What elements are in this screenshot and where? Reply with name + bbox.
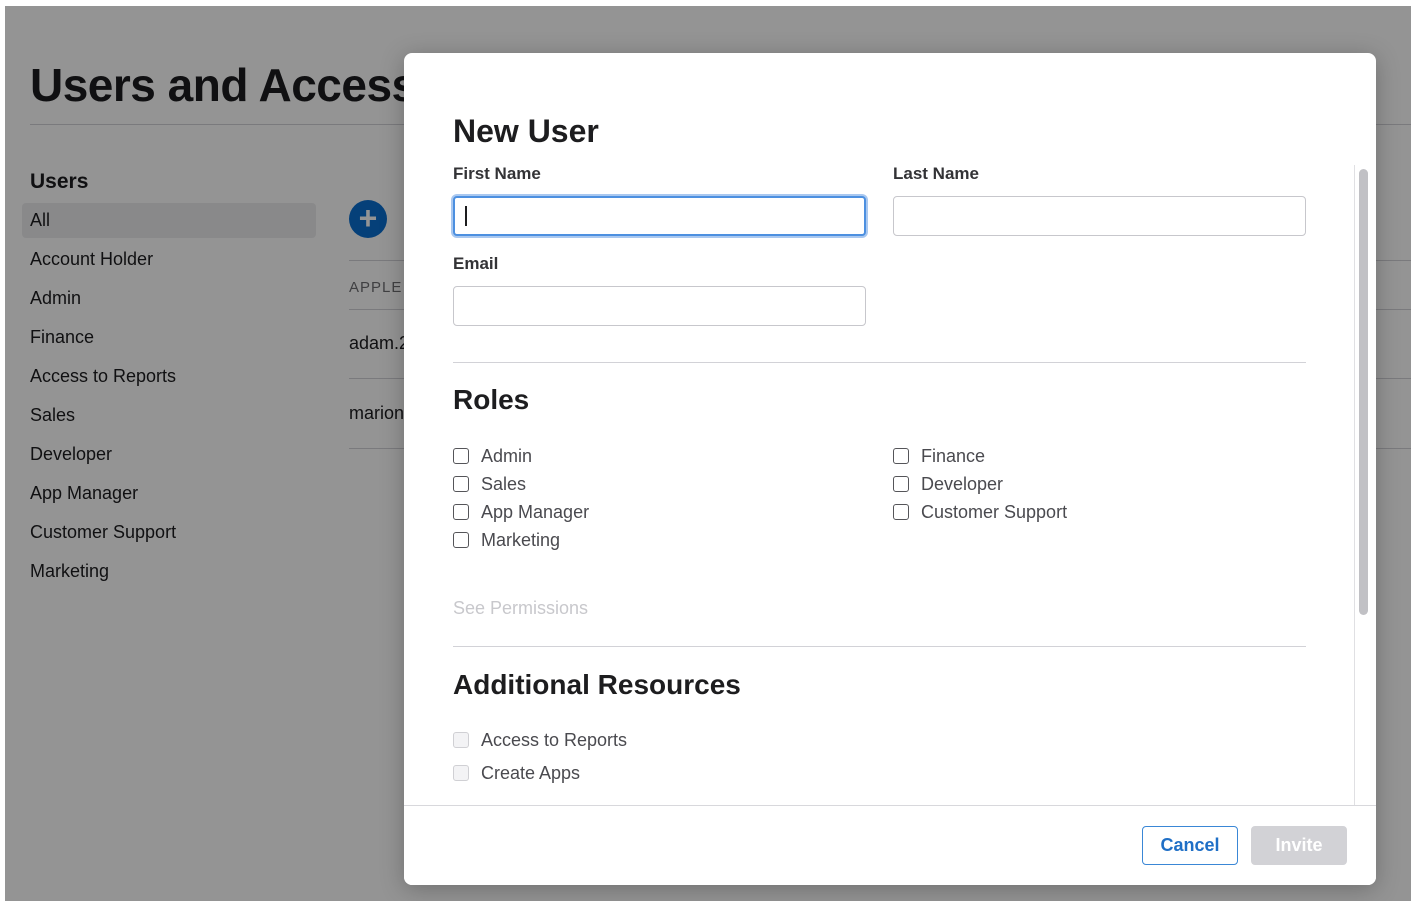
checkbox-icon[interactable] — [893, 504, 909, 520]
dialog-footer: Cancel Invite — [404, 805, 1376, 885]
first-name-label: First Name — [453, 164, 541, 183]
scrollbar-thumb[interactable] — [1359, 169, 1368, 615]
additional-resources-heading: Additional Resources — [453, 669, 741, 700]
section-divider — [453, 646, 1306, 647]
role-app-manager[interactable]: App Manager — [453, 500, 589, 524]
scrollbar-track[interactable] — [1354, 165, 1355, 805]
resource-label: Access to Reports — [481, 729, 628, 750]
section-divider — [453, 362, 1306, 363]
role-label: Developer — [921, 473, 1004, 494]
checkbox-icon[interactable] — [453, 504, 469, 520]
see-permissions-link[interactable]: See Permissions — [453, 598, 588, 619]
role-marketing[interactable]: Marketing — [453, 528, 560, 552]
checkbox-icon[interactable] — [453, 532, 469, 548]
role-finance[interactable]: Finance — [893, 444, 985, 468]
role-developer[interactable]: Developer — [893, 472, 1003, 496]
resource-label: Create Apps — [481, 762, 581, 783]
text-cursor — [465, 206, 467, 226]
dialog-body: New User First Name Last Name Email Role… — [404, 53, 1376, 805]
roles-heading: Roles — [453, 384, 530, 415]
role-label: Sales — [481, 473, 527, 494]
invite-button[interactable]: Invite — [1251, 826, 1347, 865]
role-label: App Manager — [481, 501, 590, 522]
role-sales[interactable]: Sales — [453, 472, 526, 496]
app-page: Users and Access Users All Account Holde… — [5, 6, 1411, 901]
checkbox-icon[interactable] — [453, 476, 469, 492]
email-field[interactable] — [453, 286, 866, 326]
new-user-dialog: New User First Name Last Name Email Role… — [404, 53, 1376, 885]
dialog-title: New User — [453, 113, 599, 149]
role-label: Customer Support — [921, 501, 1068, 522]
checkbox-icon[interactable] — [893, 476, 909, 492]
last-name-field[interactable] — [893, 196, 1306, 236]
role-label: Marketing — [481, 529, 561, 550]
last-name-label: Last Name — [893, 164, 979, 183]
role-admin[interactable]: Admin — [453, 444, 532, 468]
first-name-field[interactable] — [453, 196, 866, 236]
resource-create-apps: Create Apps — [453, 761, 580, 785]
checkbox-icon[interactable] — [453, 448, 469, 464]
role-label: Finance — [921, 445, 986, 466]
resource-access-to-reports: Access to Reports — [453, 728, 627, 752]
checkbox-icon — [453, 765, 469, 781]
email-label: Email — [453, 254, 499, 273]
role-label: Admin — [481, 445, 533, 466]
cancel-button[interactable]: Cancel — [1142, 826, 1238, 865]
role-customer-support[interactable]: Customer Support — [893, 500, 1067, 524]
checkbox-icon[interactable] — [893, 448, 909, 464]
checkbox-icon — [453, 732, 469, 748]
